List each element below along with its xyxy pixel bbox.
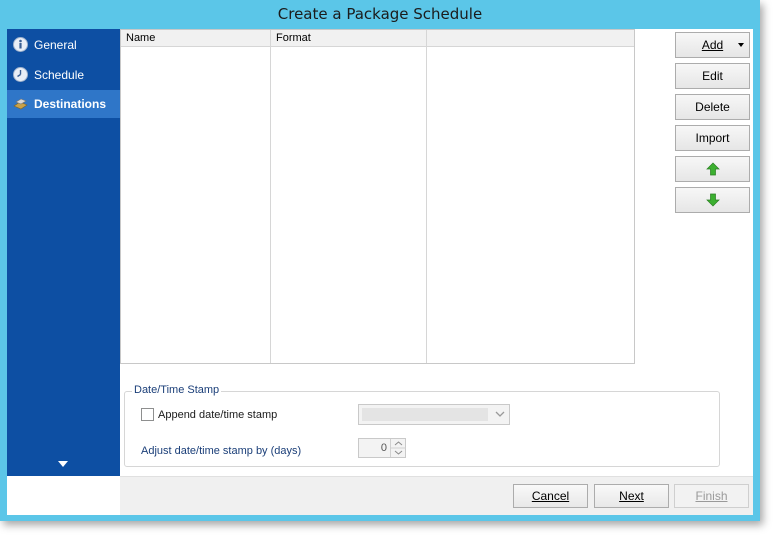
next-button-label: Next <box>619 489 644 503</box>
delete-button-label: Delete <box>695 100 730 114</box>
add-button-label: Add <box>701 38 724 52</box>
column-divider <box>270 30 271 363</box>
sidebar-item-label: General <box>34 38 77 52</box>
edit-button[interactable]: Edit <box>675 63 750 89</box>
adjust-days-value: 0 <box>380 442 387 454</box>
import-button-label: Import <box>695 131 730 145</box>
adjust-days-stepper[interactable]: 0 <box>358 438 406 458</box>
sidebar-item-schedule[interactable]: Schedule <box>7 61 120 89</box>
datetime-format-select[interactable] <box>358 404 510 425</box>
datetime-stamp-group: Date/Time Stamp Append date/time stamp A… <box>124 384 720 467</box>
add-button[interactable]: Add <box>675 32 750 58</box>
import-button[interactable]: Import <box>675 125 750 151</box>
arrow-down-icon <box>705 193 720 207</box>
datetime-format-value <box>362 408 488 421</box>
cancel-button-label: Cancel <box>531 489 570 503</box>
stepper-arrows-icon <box>391 441 406 455</box>
dialog-client-area: General Schedule Destinations Name Forma… <box>7 29 753 515</box>
stepper-buttons[interactable] <box>390 439 406 457</box>
next-button[interactable]: Next <box>594 484 669 508</box>
edit-button-label: Edit <box>702 69 723 83</box>
move-down-button[interactable] <box>675 187 750 213</box>
sidebar-nav: General Schedule Destinations <box>7 29 120 476</box>
sidebar-item-label: Destinations <box>34 97 107 111</box>
info-icon <box>13 37 28 52</box>
destinations-list[interactable]: Name Format <box>120 29 635 364</box>
column-header-extra[interactable] <box>427 30 634 47</box>
finish-button[interactable]: Finish <box>674 484 749 508</box>
column-divider <box>426 30 427 363</box>
chevron-down-icon[interactable] <box>58 461 68 467</box>
move-up-button[interactable] <box>675 156 750 182</box>
append-datetime-checkbox[interactable] <box>141 408 154 421</box>
clock-icon <box>13 67 28 82</box>
dialog-window: Create a Package Schedule General Schedu… <box>0 0 760 521</box>
dialog-footer: Cancel Next Finish <box>120 476 753 515</box>
dropdown-caret-icon <box>738 43 744 47</box>
arrow-up-icon <box>705 162 720 176</box>
sidebar-item-destinations[interactable]: Destinations <box>7 90 120 118</box>
chevron-down-icon <box>495 411 505 417</box>
finish-button-label: Finish <box>695 489 728 503</box>
cancel-button[interactable]: Cancel <box>513 484 588 508</box>
window-title: Create a Package Schedule <box>277 5 483 23</box>
append-datetime-label[interactable]: Append date/time stamp <box>158 409 277 421</box>
column-header-name[interactable]: Name <box>121 30 270 47</box>
sidebar-item-label: Schedule <box>34 68 85 82</box>
sidebar-item-general[interactable]: General <box>7 31 120 59</box>
group-title: Date/Time Stamp <box>132 384 222 396</box>
delete-button[interactable]: Delete <box>675 94 750 120</box>
adjust-days-label: Adjust date/time stamp by (days) <box>141 445 302 457</box>
column-header-format[interactable]: Format <box>271 30 426 47</box>
list-header: Name Format <box>121 30 634 47</box>
destinations-icon <box>13 98 28 110</box>
